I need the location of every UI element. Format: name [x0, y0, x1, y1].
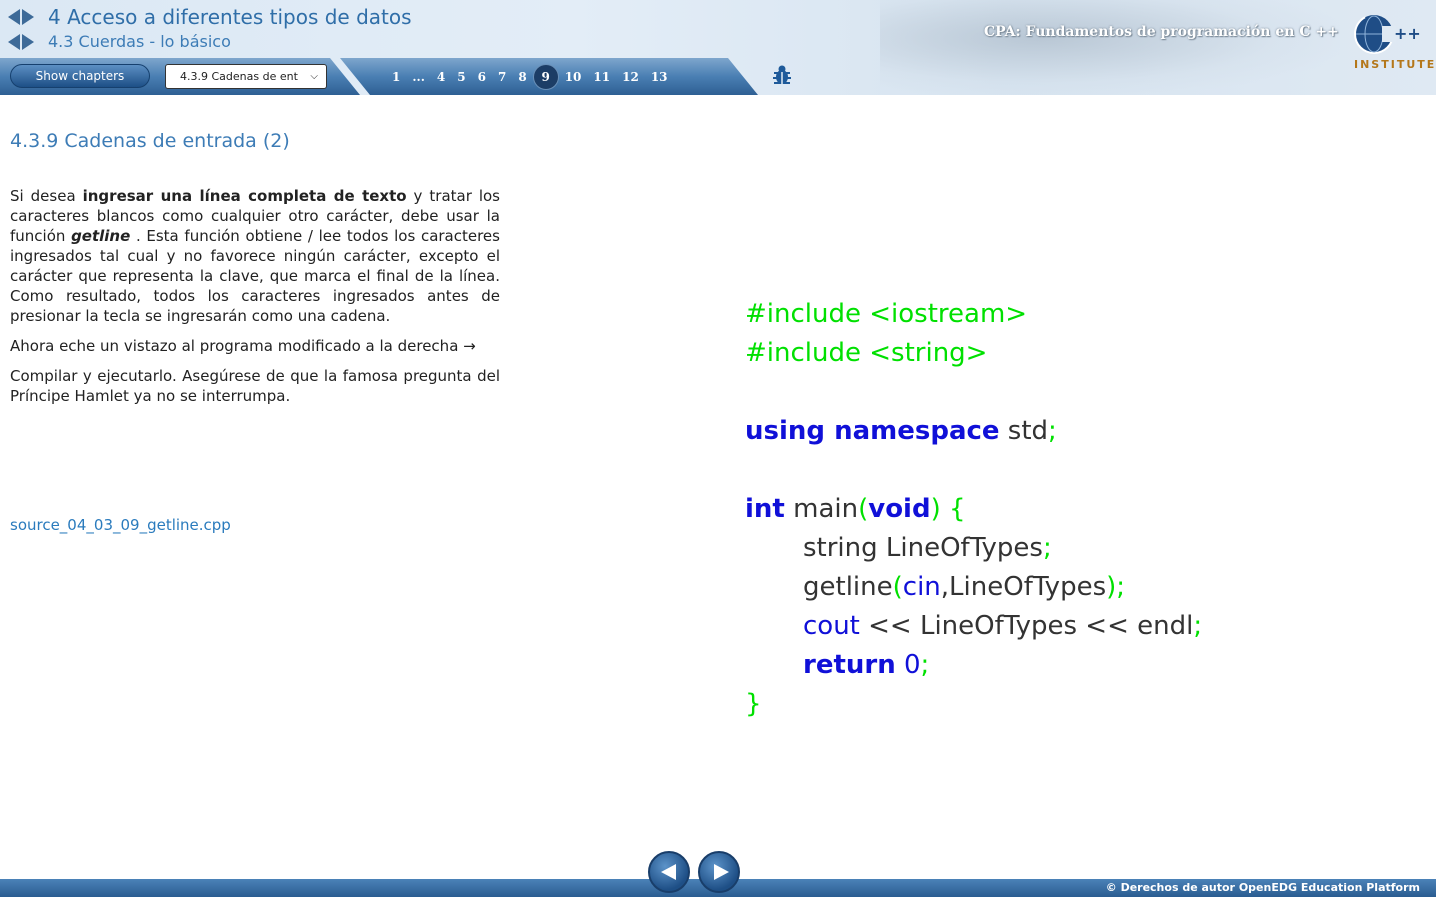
code-sample: #include <iostream> #include <string> usi… — [745, 295, 1202, 724]
para1-text-a: Si desea — [10, 187, 83, 205]
lesson-text: Si desea ingresar una línea completa de … — [10, 186, 500, 416]
code-line-include-iostream: #include <iostream> — [745, 299, 1028, 329]
arrow-right-icon — [714, 864, 729, 880]
prev-page-button[interactable] — [648, 851, 690, 893]
next-page-button[interactable] — [698, 851, 740, 893]
paragraph-2: Ahora eche un vistazo al programa modifi… — [10, 337, 476, 355]
page-link-5[interactable]: 5 — [457, 70, 465, 84]
page-link-11[interactable]: 11 — [593, 70, 610, 84]
course-title: CPA: Fundamentos de programación en C ++ — [984, 24, 1339, 40]
header-photo — [880, 0, 1340, 95]
page-select-value: 4.3.9 Cadenas de ent — [180, 70, 298, 83]
code-line-return: return 0; — [803, 650, 930, 680]
para1-function-name: getline — [71, 227, 131, 245]
page-link-13[interactable]: 13 — [651, 70, 668, 84]
svg-text:++: ++ — [1394, 24, 1421, 43]
chapter-nav — [8, 9, 34, 25]
bug-icon[interactable] — [771, 64, 793, 86]
page-link-7[interactable]: 7 — [498, 70, 506, 84]
next-chapter-icon[interactable] — [22, 9, 34, 25]
page-link-8[interactable]: 8 — [518, 70, 526, 84]
section-title: 4.3 Cuerdas - lo básico — [48, 32, 231, 51]
page-ellipsis[interactable]: ... — [412, 70, 425, 84]
section-nav — [8, 34, 34, 50]
chapter-title: 4 Acceso a diferentes tipos de datos — [48, 5, 412, 29]
page-numbers: 1 ... 4 5 6 7 8 9 10 11 12 13 — [386, 64, 674, 90]
code-line-include-string: #include <string> — [745, 338, 988, 368]
para1-bold: ingresar una línea completa de texto — [82, 187, 407, 205]
page-link-4[interactable]: 4 — [437, 70, 445, 84]
page-link-9-active[interactable]: 9 — [533, 65, 558, 89]
code-line-getline: getline(cin,LineOfTypes); — [803, 572, 1126, 602]
paragraph-3: Compilar y ejecutarlo. Asegúrese de que … — [10, 367, 500, 405]
source-file-link[interactable]: source_04_03_09_getline.cpp — [10, 516, 231, 534]
page-link-10[interactable]: 10 — [565, 70, 582, 84]
show-chapters-button[interactable]: Show chapters — [10, 64, 150, 88]
page-link-12[interactable]: 12 — [622, 70, 639, 84]
page-title: 4.3.9 Cadenas de entrada (2) — [10, 130, 290, 152]
prev-chapter-icon[interactable] — [8, 9, 20, 25]
code-line-main: int main(void) { — [745, 494, 966, 524]
code-line-using: using namespace std; — [745, 416, 1057, 446]
arrow-left-icon — [661, 864, 676, 880]
code-line-declaration: string LineOfTypes; — [803, 533, 1052, 563]
page-link-1[interactable]: 1 — [392, 70, 400, 84]
page-link-6[interactable]: 6 — [478, 70, 486, 84]
paragraph-1: Si desea ingresar una línea completa de … — [10, 186, 500, 326]
prev-section-icon[interactable] — [8, 34, 20, 50]
chevron-down-icon: ⌵ — [310, 71, 318, 82]
code-line-close-brace: } — [745, 689, 762, 719]
logo-text: INSTITUTE — [1354, 58, 1436, 71]
copyright-text: © Derechos de autor OpenEDG Education Pl… — [1105, 881, 1420, 894]
next-section-icon[interactable] — [22, 34, 34, 50]
code-line-cout: cout << LineOfTypes << endl; — [803, 611, 1203, 641]
page-select-dropdown[interactable]: 4.3.9 Cadenas de ent ⌵ — [165, 64, 327, 89]
